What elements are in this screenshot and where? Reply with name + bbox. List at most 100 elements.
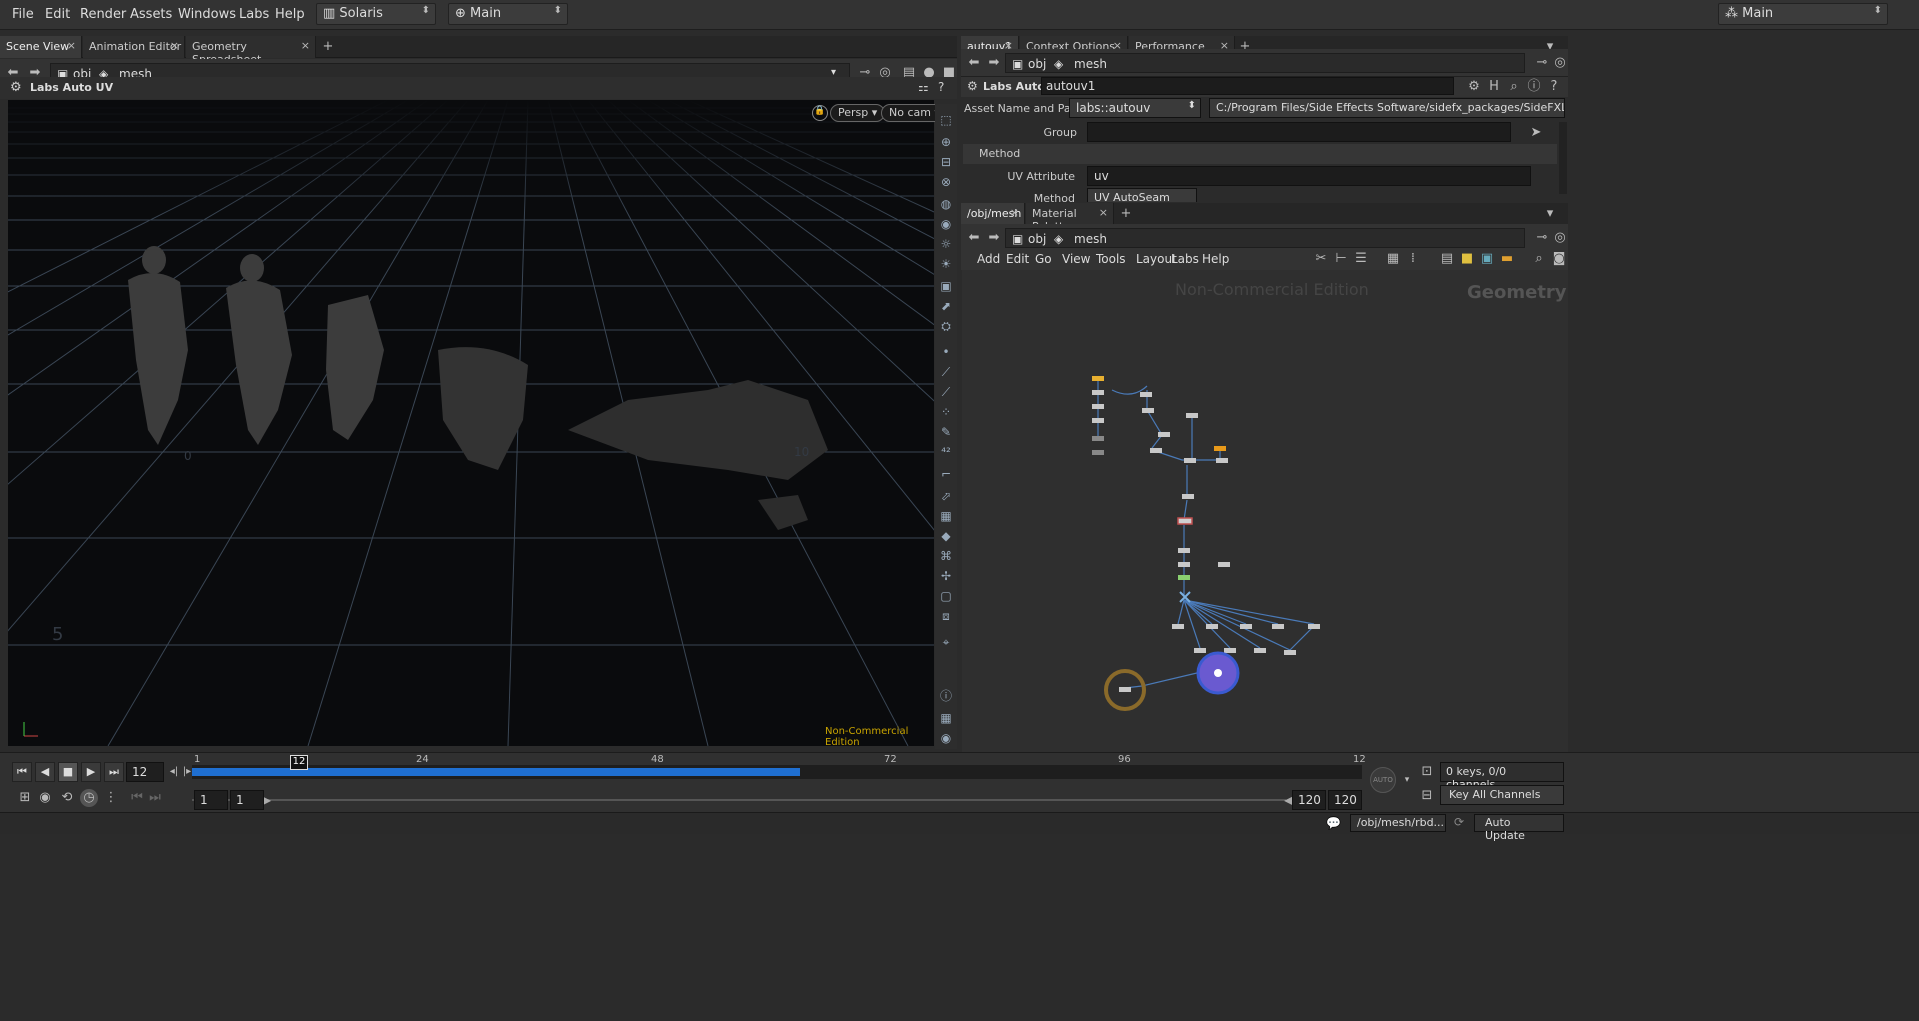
crumb-mesh[interactable]: mesh xyxy=(1074,232,1107,246)
tab-scene-view[interactable]: Scene View × xyxy=(0,36,82,58)
bulb-icon[interactable]: ☼ xyxy=(938,236,954,252)
main-dropdown[interactable]: ⁂ Main ⬍ xyxy=(1718,3,1888,25)
network-menu-labs[interactable]: Labs xyxy=(1171,252,1199,266)
menu-assets[interactable]: Assets xyxy=(130,7,172,22)
uv-attribute-input[interactable]: uv xyxy=(1087,166,1531,186)
list-icon[interactable]: ☰ xyxy=(1352,250,1370,268)
frame-marker[interactable]: 12 xyxy=(290,755,308,770)
node-name-input[interactable]: autouv1 xyxy=(1041,77,1454,95)
gear-icon[interactable]: ⚙ xyxy=(1465,78,1483,96)
tab-obj-mesh[interactable]: /obj/mesh × xyxy=(961,203,1025,225)
render-region-icon[interactable]: ▣ xyxy=(938,278,954,294)
bounding-icon[interactable]: ⌐ xyxy=(938,466,954,482)
network-menu-edit[interactable]: Edit xyxy=(1006,252,1029,266)
realtime-icon[interactable]: ⊞ xyxy=(16,789,34,807)
select-arrow-icon[interactable]: ➤ xyxy=(1527,124,1545,142)
close-icon[interactable]: × xyxy=(1099,206,1108,219)
backface-icon[interactable]: ▢ xyxy=(938,588,954,604)
pin-icon[interactable]: ⊸ xyxy=(1533,229,1551,247)
crumb-mesh[interactable]: mesh xyxy=(1074,57,1107,71)
link-icon[interactable]: ◎ xyxy=(1551,229,1569,247)
start-frame-input[interactable]: 1 xyxy=(194,790,228,810)
select-icon[interactable]: ⬚ xyxy=(938,112,954,128)
edge-icon[interactable]: ⟋ xyxy=(938,364,954,380)
eye-icon[interactable]: ◉ xyxy=(938,730,954,746)
tree-icon[interactable]: ⊢ xyxy=(1332,250,1350,268)
pin-location-icon[interactable]: ⌖ xyxy=(938,634,954,650)
method-select[interactable]: UV AutoSeam xyxy=(1087,188,1197,202)
close-icon[interactable]: × xyxy=(1010,206,1019,219)
path-field[interactable]: ▣ obj ◈ mesh xyxy=(1005,228,1525,248)
range-icon[interactable]: ⋮ xyxy=(102,789,120,807)
houdini-icon[interactable]: H xyxy=(1485,78,1503,96)
playback-end-input[interactable]: 120 xyxy=(1292,790,1326,810)
sphere-icon[interactable]: ◍ xyxy=(938,196,954,212)
menu-edit[interactable]: Edit xyxy=(45,7,70,22)
image-icon[interactable]: ▣ xyxy=(1478,250,1496,268)
primitive-icon[interactable]: ⟋ xyxy=(938,384,954,400)
shading-icon[interactable]: ◆ xyxy=(938,528,954,544)
select-geo-icon[interactable]: ⬈ xyxy=(938,298,954,314)
forward-icon[interactable]: ➡ xyxy=(985,229,1003,247)
menu-help[interactable]: Help xyxy=(275,7,305,22)
close-icon[interactable]: × xyxy=(301,39,310,52)
transform-icon[interactable]: ⊕ xyxy=(938,134,954,150)
range-slider[interactable] xyxy=(192,799,1286,801)
vertex-icon[interactable]: ⁘ xyxy=(938,404,954,420)
network-menu-add[interactable]: Add xyxy=(977,252,1000,266)
menu-file[interactable]: File xyxy=(12,7,34,22)
pin-icon[interactable]: ⊸ xyxy=(1533,54,1551,72)
grid-snap-icon[interactable]: ⁞ xyxy=(1404,250,1422,268)
grid-view-icon[interactable]: ▦ xyxy=(1384,250,1402,268)
axis-icon[interactable]: ✢ xyxy=(938,568,954,584)
menu-render[interactable]: Render xyxy=(80,7,126,22)
playback-start-input[interactable]: 1 xyxy=(230,790,264,810)
lock-icon[interactable]: 🔒 xyxy=(812,105,828,121)
display-options-icon[interactable]: ⚏ xyxy=(918,80,929,94)
network-menu-help[interactable]: Help xyxy=(1202,252,1229,266)
uv-icon[interactable]: ⌘ xyxy=(938,548,954,564)
tab-material-palette[interactable]: Material Palette× xyxy=(1026,203,1114,233)
add-tab-icon[interactable]: + xyxy=(319,38,337,56)
auto-update-select[interactable]: Auto Update xyxy=(1474,814,1564,842)
audio-icon[interactable]: ◉ xyxy=(36,789,54,807)
asset-name-select[interactable]: labs::autouv ⬍ xyxy=(1069,98,1201,118)
network-menu-view[interactable]: View xyxy=(1062,252,1090,266)
cam-view-icon[interactable]: ⧈ xyxy=(938,608,954,624)
keys-info-field[interactable]: 0 keys, 0/0 channels xyxy=(1440,762,1564,791)
link-icon[interactable]: ◎ xyxy=(1551,54,1569,72)
status-path-select[interactable]: /obj/mesh/rbd... xyxy=(1350,814,1446,832)
chevron-down-icon[interactable]: ▾ xyxy=(1398,771,1416,789)
stop-button[interactable]: ■ xyxy=(58,762,78,782)
add-tab-icon[interactable]: + xyxy=(1117,205,1135,223)
desktop-dropdown[interactable]: ▥ Solaris ⬍ xyxy=(316,3,436,25)
method-section-header[interactable]: Method xyxy=(963,144,1557,164)
scene-viewport[interactable]: 5 0 10 Non-Commercial Edition xyxy=(8,100,934,746)
sticky-note-icon[interactable]: ■ xyxy=(1458,250,1476,268)
auto-key-button[interactable]: AUTO xyxy=(1370,767,1396,793)
back-icon[interactable]: ⬅ xyxy=(965,229,983,247)
asset-path-select[interactable]: C:/Program Files/Side Effects Software/s… xyxy=(1209,98,1565,118)
loop-icon[interactable]: ⟲ xyxy=(58,789,76,807)
next-key-icon[interactable]: ⏭ xyxy=(146,789,164,807)
key-all-channels-select[interactable]: Key All Channels xyxy=(1440,785,1564,805)
first-frame-button[interactable]: ⏮ xyxy=(12,762,32,782)
help-icon[interactable]: ? xyxy=(938,80,944,94)
current-frame-input[interactable]: 12 xyxy=(126,762,164,782)
context-dropdown[interactable]: ⊕ Main ⬍ xyxy=(448,3,568,25)
texture-icon[interactable]: ▦ xyxy=(938,508,954,524)
network-menu-go[interactable]: Go xyxy=(1035,252,1052,266)
path-field[interactable]: ▣ obj ◈ mesh xyxy=(1005,53,1525,73)
menu-windows[interactable]: Windows xyxy=(178,7,236,22)
box-icon[interactable]: ▬ xyxy=(1498,250,1516,268)
end-frame-input[interactable]: 120 xyxy=(1328,790,1362,810)
prev-key-icon[interactable]: ⏮ xyxy=(128,789,146,807)
close-icon[interactable]: × xyxy=(67,39,76,52)
snap-icon[interactable]: ⬀ xyxy=(938,488,954,504)
numbers-icon[interactable]: ⁴² xyxy=(938,444,954,460)
play-reverse-button[interactable]: ◀ xyxy=(35,762,55,782)
lock-view-icon[interactable]: ⊟ xyxy=(938,154,954,170)
bulb2-icon[interactable]: ☀ xyxy=(938,256,954,272)
camera-icon[interactable]: ⊗ xyxy=(938,174,954,190)
group-input[interactable] xyxy=(1087,122,1511,142)
